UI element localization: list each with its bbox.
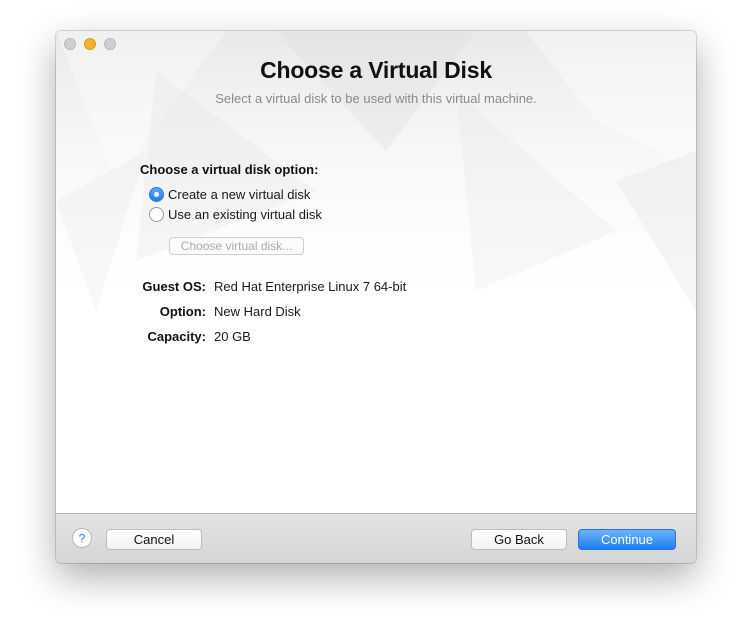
radio-selected-icon [149,187,164,202]
continue-button[interactable]: Continue [578,529,676,550]
radio-create-new-disk-label: Create a new virtual disk [168,187,311,202]
footer-bar: ? Cancel Go Back Continue [56,513,696,563]
radio-unselected-icon [149,207,164,222]
guest-os-label: Guest OS: [142,279,206,294]
option-value: New Hard Disk [214,304,301,319]
option-label: Option: [159,304,206,319]
choose-virtual-disk-button[interactable]: Choose virtual disk... [169,237,304,255]
page-title: Choose a Virtual Disk [260,57,492,83]
page-subtitle: Select a virtual disk to be used with th… [215,91,537,106]
window-minimize-button[interactable] [84,38,96,50]
radio-use-existing-disk-label: Use an existing virtual disk [168,207,322,222]
cancel-button[interactable]: Cancel [106,529,202,550]
window-close-button[interactable] [64,38,76,50]
window-zoom-button[interactable] [104,38,116,50]
question-mark-icon: ? [79,532,86,544]
guest-os-value: Red Hat Enterprise Linux 7 64-bit [214,279,407,294]
go-back-button[interactable]: Go Back [471,529,567,550]
capacity-label: Capacity: [147,329,206,344]
capacity-value: 20 GB [214,329,251,344]
help-button[interactable]: ? [72,528,92,548]
radio-create-new-disk[interactable]: Create a new virtual disk [149,187,310,202]
assistant-window: Choose a Virtual Disk Select a virtual d… [56,31,696,563]
disk-option-label: Choose a virtual disk option: [140,162,319,177]
svg-text:?: ? [79,532,86,544]
radio-use-existing-disk[interactable]: Use an existing virtual disk [149,207,322,222]
